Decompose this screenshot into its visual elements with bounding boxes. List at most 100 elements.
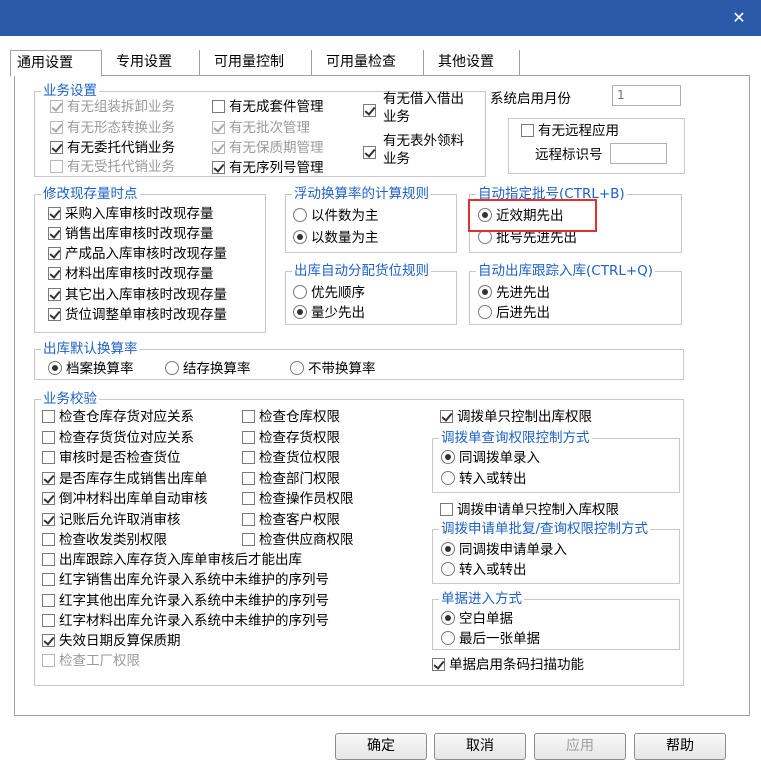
checkbox-icon[interactable] [242, 533, 255, 546]
checkbox-icon[interactable] [42, 634, 55, 647]
checkbox-product-inbound[interactable]: 产成品入库审核时改现存量 [48, 244, 227, 264]
checkbox-shelf-life[interactable]: 有无保质期管理 [212, 138, 324, 158]
checkbox-department-permission[interactable]: 检查部门权限 [242, 469, 340, 489]
tab-other[interactable]: 其他设置 [432, 50, 520, 76]
checkbox-material-outbound[interactable]: 材料出库审核时改现存量 [48, 264, 214, 284]
system-start-month-field[interactable]: 1 [612, 85, 681, 106]
checkbox-icon[interactable] [212, 141, 225, 154]
radio-by-pieces[interactable]: 以件数为主 [293, 206, 379, 226]
ok-button[interactable]: 确定 [335, 733, 427, 760]
radio-priority-order[interactable]: 优先顺序 [293, 283, 365, 303]
checkbox-barcode-scan[interactable]: 单据启用条码扫描功能 [432, 655, 584, 675]
checkbox-location-permission[interactable]: 检查货位权限 [242, 448, 340, 468]
checkbox-icon[interactable] [521, 124, 534, 137]
radio-icon[interactable] [48, 361, 62, 375]
checkbox-tracking-inbound-approve[interactable]: 出库跟踪入库存货入库单审核后才能出库 [42, 550, 302, 570]
checkbox-consign-in[interactable]: 有无受托代销业务 [50, 157, 175, 177]
close-icon[interactable]: ✕ [729, 8, 749, 28]
help-button[interactable]: 帮助 [634, 733, 726, 760]
checkbox-icon[interactable] [212, 100, 225, 113]
radio-icon[interactable] [165, 361, 179, 375]
radio-balance-rate[interactable]: 结存换算率 [165, 359, 251, 379]
checkbox-icon[interactable] [48, 207, 61, 220]
checkbox-icon[interactable] [242, 492, 255, 505]
radio-icon[interactable] [441, 562, 455, 576]
checkbox-icon[interactable] [50, 141, 63, 154]
checkbox-icon[interactable] [212, 121, 225, 134]
checkbox-kit-management[interactable]: 有无成套件管理 [212, 97, 324, 117]
checkbox-item-permission[interactable]: 检查存货权限 [242, 428, 340, 448]
checkbox-red-sales-serial[interactable]: 红字销售出库允许录入系统中未维护的序列号 [42, 570, 329, 590]
radio-last-document[interactable]: 最后一张单据 [441, 629, 540, 649]
checkbox-dispatch-type-permission[interactable]: 检查收发类别权限 [42, 530, 167, 550]
tab-available-check[interactable]: 可用量检查 [320, 50, 424, 76]
checkbox-icon[interactable] [42, 513, 55, 526]
radio-icon[interactable] [290, 361, 304, 375]
checkbox-cancel-after-posting[interactable]: 记账后允许取消审核 [42, 510, 181, 530]
checkbox-red-other-serial[interactable]: 红字其他出库允许录入系统中未维护的序列号 [42, 591, 329, 611]
checkbox-factory-permission[interactable]: 检查工厂权限 [42, 651, 140, 671]
checkbox-icon[interactable] [42, 533, 55, 546]
checkbox-consign-out[interactable]: 有无委托代销业务 [50, 138, 175, 158]
checkbox-icon[interactable] [42, 492, 55, 505]
checkbox-icon[interactable] [42, 451, 55, 464]
checkbox-batch-management[interactable]: 有无批次管理 [212, 118, 310, 138]
apply-button[interactable]: 应用 [534, 733, 626, 760]
checkbox-icon[interactable] [48, 267, 61, 280]
tab-general[interactable]: 通用设置 [10, 50, 102, 77]
checkbox-expiry-reverse-shelf-life[interactable]: 失效日期反算保质期 [42, 631, 181, 651]
radio-archive-rate[interactable]: 档案换算率 [48, 359, 134, 379]
checkbox-icon[interactable] [440, 410, 453, 423]
checkbox-check-location-on-approve[interactable]: 审核时是否检查货位 [42, 448, 181, 468]
checkbox-icon[interactable] [242, 431, 255, 444]
checkbox-backflush-auto-approve[interactable]: 倒冲材料出库单自动审核 [42, 489, 208, 509]
checkbox-icon[interactable] [42, 472, 55, 485]
radio-by-quantity[interactable]: 以数量为主 [293, 228, 379, 248]
radio-icon[interactable] [441, 542, 455, 556]
radio-same-as-transfer-entry[interactable]: 同调拨单录入 [441, 448, 540, 468]
checkbox-supplier-permission[interactable]: 检查供应商权限 [242, 530, 354, 550]
checkbox-item-location-relation[interactable]: 检查存货货位对应关系 [42, 428, 194, 448]
checkbox-operator-permission[interactable]: 检查操作员权限 [242, 489, 354, 509]
checkbox-icon[interactable] [432, 658, 445, 671]
radio-icon[interactable] [293, 285, 307, 299]
checkbox-icon[interactable] [50, 160, 63, 173]
radio-icon[interactable] [441, 450, 455, 464]
checkbox-icon[interactable] [440, 503, 453, 516]
checkbox-assembly[interactable]: 有无组装拆卸业务 [50, 97, 175, 117]
checkbox-icon[interactable] [48, 308, 61, 321]
radio-blank-document[interactable]: 空白单据 [441, 609, 513, 629]
checkbox-icon[interactable] [242, 410, 255, 423]
checkbox-customer-permission[interactable]: 检查客户权限 [242, 510, 340, 530]
checkbox-icon[interactable] [50, 100, 63, 113]
remote-id-field[interactable] [610, 143, 667, 164]
checkbox-remote-app[interactable]: 有无远程应用 [521, 121, 619, 141]
checkbox-purchase-inbound[interactable]: 采购入库审核时改现存量 [48, 204, 214, 224]
checkbox-icon[interactable] [42, 553, 55, 566]
checkbox-icon[interactable] [242, 513, 255, 526]
checkbox-transfer-outbound-only[interactable]: 调拨单只控制出库权限 [440, 407, 592, 427]
radio-transfer-in-or-out[interactable]: 转入或转出 [441, 469, 527, 489]
checkbox-warehouse-permission[interactable]: 检查仓库权限 [242, 407, 340, 427]
checkbox-icon[interactable] [212, 161, 225, 174]
checkbox-icon[interactable] [363, 104, 376, 117]
checkbox-icon[interactable] [48, 247, 61, 260]
checkbox-icon[interactable] [50, 121, 63, 134]
checkbox-icon[interactable] [42, 573, 55, 586]
checkbox-sales-outbound[interactable]: 销售出库审核时改现存量 [48, 224, 214, 244]
checkbox-form-conversion[interactable]: 有无形态转换业务 [50, 118, 175, 138]
radio-icon[interactable] [441, 471, 455, 485]
tab-available-control[interactable]: 可用量控制 [208, 50, 312, 76]
radio-small-quantity-first[interactable]: 量少先出 [293, 303, 365, 323]
checkbox-serial-number[interactable]: 有无序列号管理 [212, 158, 324, 178]
checkbox-icon[interactable] [42, 431, 55, 444]
checkbox-icon[interactable] [48, 227, 61, 240]
radio-icon[interactable] [293, 305, 307, 319]
checkbox-icon[interactable] [42, 614, 55, 627]
checkbox-icon[interactable] [242, 451, 255, 464]
radio-icon[interactable] [293, 208, 307, 222]
checkbox-icon[interactable] [42, 410, 55, 423]
cancel-button[interactable]: 取消 [434, 733, 526, 760]
radio-request-in-or-out[interactable]: 转入或转出 [441, 560, 527, 580]
checkbox-icon[interactable] [242, 472, 255, 485]
